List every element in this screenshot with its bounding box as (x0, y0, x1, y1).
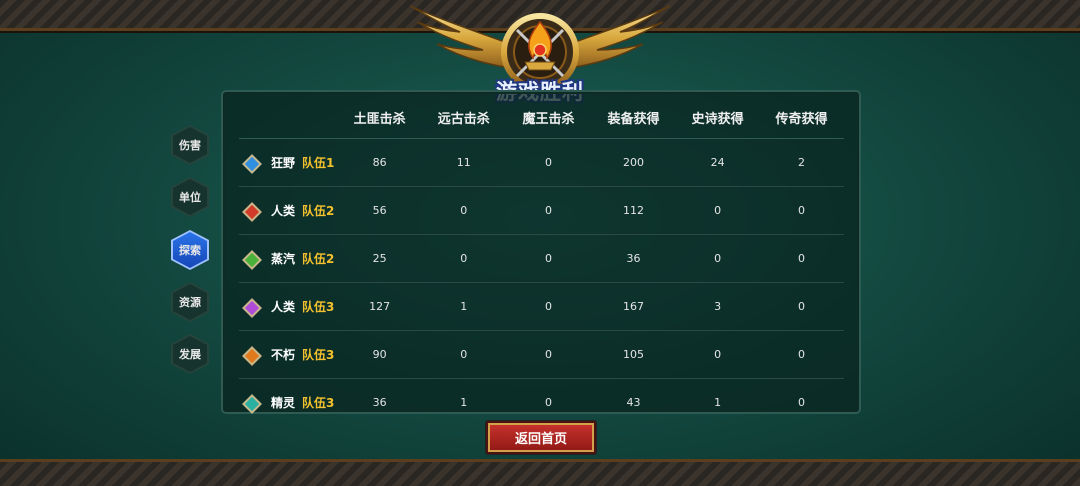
table-row: 人类 队伍2 56 0 0 112 0 0 (239, 186, 844, 235)
race-label: 蒸汽 (271, 252, 296, 266)
stat-cell: 0 (676, 234, 760, 283)
table-header-row: 土匪击杀 远古击杀 魔王击杀 装备获得 史诗获得 传奇获得 (239, 96, 844, 139)
stat-cell: 200 (590, 138, 677, 187)
column-header: 传奇获得 (759, 96, 844, 139)
stat-cell: 0 (798, 396, 806, 409)
stat-cell: 0 (506, 138, 591, 187)
team-cell: 精灵 队伍3 (239, 379, 338, 427)
stat-cell: 1 (421, 282, 507, 331)
stat-cell: 0 (506, 282, 591, 331)
column-header: 远古击杀 (421, 96, 507, 139)
stat-cell: 112 (590, 186, 677, 235)
side-tab-1[interactable]: 单位 (171, 177, 209, 217)
stats-table: 土匪击杀 远古击杀 魔王击杀 装备获得 史诗获得 传奇获得 狂野 队伍1 86 11 0… (239, 96, 844, 426)
stat-cell: 0 (759, 282, 844, 331)
stat-cell: 36 (372, 396, 387, 409)
diamond-gem-icon (242, 250, 262, 270)
table-row: 人类 队伍3 127 1 0 167 3 0 (239, 282, 844, 331)
stat-cell: 0 (421, 330, 507, 379)
stat-cell: 11 (421, 138, 507, 187)
return-home-button[interactable]: 返回首页 (486, 421, 596, 454)
side-tab-3[interactable]: 资源 (171, 282, 209, 322)
stat-cell: 0 (506, 330, 591, 379)
team-column-header (239, 96, 338, 139)
side-tab-label: 探索 (179, 244, 201, 257)
stat-cell: 90 (338, 330, 422, 379)
stat-cell: 0 (506, 234, 591, 283)
race-label: 狂野 (271, 156, 296, 170)
stat-cell: 86 (338, 138, 422, 187)
stat-cell: 0 (421, 186, 507, 235)
stat-cell: 0 (759, 186, 844, 235)
stat-cell: 167 (590, 282, 677, 331)
stat-cell: 0 (545, 396, 553, 409)
diamond-gem-icon (242, 202, 262, 222)
team-cell: 人类 队伍2 (239, 186, 338, 235)
side-tab-label: 发展 (179, 348, 201, 361)
side-tab-2[interactable]: 探索 (171, 230, 209, 270)
diamond-gem-icon (242, 298, 262, 318)
race-label: 人类 (271, 300, 296, 314)
side-tab-label: 单位 (179, 191, 201, 204)
squad-label: 队伍1 (302, 156, 335, 170)
stats-panel: 土匪击杀 远古击杀 魔王击杀 装备获得 史诗获得 传奇获得 狂野 队伍1 86 11 0… (221, 90, 861, 414)
table-row: 蒸汽 队伍2 25 0 0 36 0 0 (239, 234, 844, 283)
stat-cell: 127 (338, 282, 422, 331)
stat-cell: 0 (676, 186, 760, 235)
table-row: 精灵 队伍3 36 1 0 43 1 0 (239, 379, 844, 427)
stat-cell: 24 (676, 138, 760, 187)
team-cell: 不朽 队伍3 (239, 330, 338, 379)
column-header: 装备获得 (590, 96, 677, 139)
squad-label: 队伍2 (302, 252, 335, 266)
team-cell: 蒸汽 队伍2 (239, 234, 338, 283)
table-row: 狂野 队伍1 86 11 0 200 24 2 (239, 138, 844, 187)
diamond-gem-icon (242, 346, 262, 366)
squad-label: 队伍2 (302, 204, 335, 218)
squad-label: 队伍3 (302, 300, 335, 314)
side-tab-0[interactable]: 伤害 (171, 125, 209, 165)
race-label: 人类 (271, 204, 296, 218)
stat-cell: 25 (338, 234, 422, 283)
stat-cell: 0 (421, 234, 507, 283)
stat-cell: 43 (626, 396, 641, 409)
stat-cell: 0 (676, 330, 760, 379)
stat-cell: 36 (590, 234, 677, 283)
table-row: 不朽 队伍3 90 0 0 105 0 0 (239, 330, 844, 379)
stat-cell: 56 (338, 186, 422, 235)
stat-cell: 1 (714, 396, 722, 409)
side-tab-label: 资源 (179, 296, 201, 309)
squad-label: 队伍3 (302, 396, 335, 410)
stat-cell: 0 (759, 234, 844, 283)
side-tab-label: 伤害 (179, 139, 201, 152)
stat-cell: 3 (676, 282, 760, 331)
column-header: 史诗获得 (676, 96, 760, 139)
team-cell: 人类 队伍3 (239, 282, 338, 331)
team-cell: 狂野 队伍1 (239, 138, 338, 187)
stat-cell: 2 (759, 138, 844, 187)
diamond-gem-icon (242, 394, 262, 414)
bottom-border (0, 459, 1080, 486)
column-header: 魔王击杀 (506, 96, 591, 139)
race-label: 精灵 (271, 396, 296, 410)
side-tab-4[interactable]: 发展 (171, 334, 209, 374)
stat-cell: 0 (506, 186, 591, 235)
column-header: 土匪击杀 (338, 96, 422, 139)
stat-cell: 0 (759, 330, 844, 379)
race-label: 不朽 (271, 348, 296, 362)
stat-cell: 105 (590, 330, 677, 379)
squad-label: 队伍3 (302, 348, 335, 362)
diamond-gem-icon (242, 154, 262, 174)
stat-cell: 1 (460, 396, 468, 409)
